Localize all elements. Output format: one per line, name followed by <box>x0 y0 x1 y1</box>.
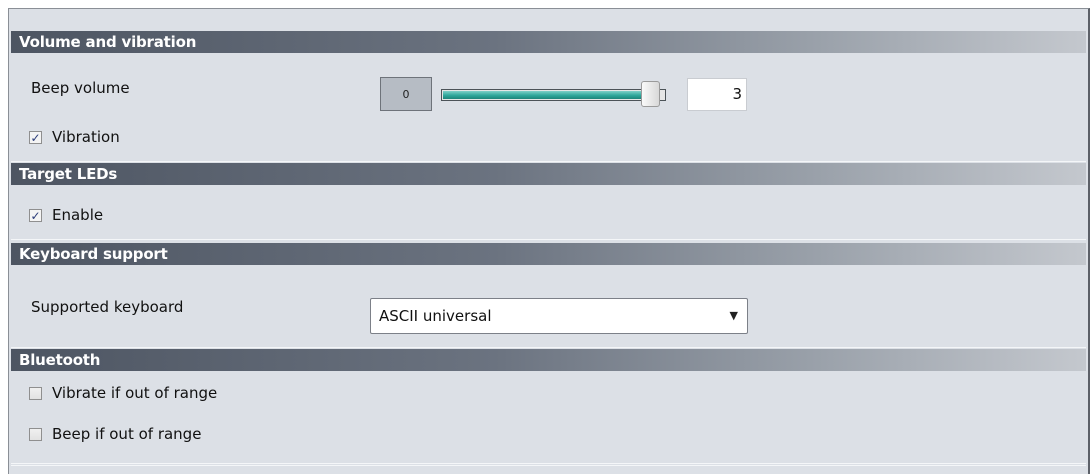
beep-volume-slider-thumb[interactable] <box>641 81 660 107</box>
vibration-checkbox[interactable]: ✓ <box>29 131 42 144</box>
beep-volume-slider-track[interactable] <box>441 89 666 101</box>
checkmark-icon: ✓ <box>30 130 41 145</box>
slider-fill <box>443 91 656 99</box>
section-header-keyboard: Keyboard support <box>11 243 1086 265</box>
chevron-down-icon: ▼ <box>729 309 738 322</box>
section-header-bluetooth: Bluetooth <box>11 349 1086 371</box>
slider-min-box: 0 <box>380 77 432 111</box>
vibrate-out-of-range-checkbox[interactable] <box>29 387 42 400</box>
vibration-label: Vibration <box>52 128 120 146</box>
section-title: Target LEDs <box>19 165 118 183</box>
panel-bottom-strip <box>11 465 1086 476</box>
section-header-volume: Volume and vibration <box>11 31 1086 53</box>
section-title: Volume and vibration <box>19 33 197 51</box>
checkmark-icon: ✓ <box>30 208 41 223</box>
beep-volume-input[interactable]: 3 <box>687 78 747 111</box>
supported-keyboard-select[interactable]: ASCII universal ▼ <box>370 298 748 334</box>
section-leds: ✓ Enable <box>11 185 1086 240</box>
section-title: Keyboard support <box>19 245 168 263</box>
vibrate-out-of-range-label: Vibrate if out of range <box>52 384 218 402</box>
enable-checkbox[interactable]: ✓ <box>29 209 42 222</box>
beep-out-of-range-checkbox[interactable] <box>29 428 42 441</box>
beep-out-of-range-label: Beep if out of range <box>52 425 202 443</box>
beep-volume-label: Beep volume <box>31 79 130 97</box>
enable-label: Enable <box>52 206 104 224</box>
settings-panel: Volume and vibration Beep volume ✓ Vibra… <box>8 8 1090 474</box>
section-volume: Beep volume ✓ Vibration <box>11 53 1086 162</box>
selected-keyboard-value: ASCII universal <box>379 307 492 325</box>
section-title: Bluetooth <box>19 351 101 369</box>
section-header-leds: Target LEDs <box>11 163 1086 185</box>
slider-min-value: 0 <box>402 87 410 101</box>
supported-keyboard-label: Supported keyboard <box>31 298 184 316</box>
section-bluetooth: Vibrate if out of range Beep if out of r… <box>11 371 1086 464</box>
